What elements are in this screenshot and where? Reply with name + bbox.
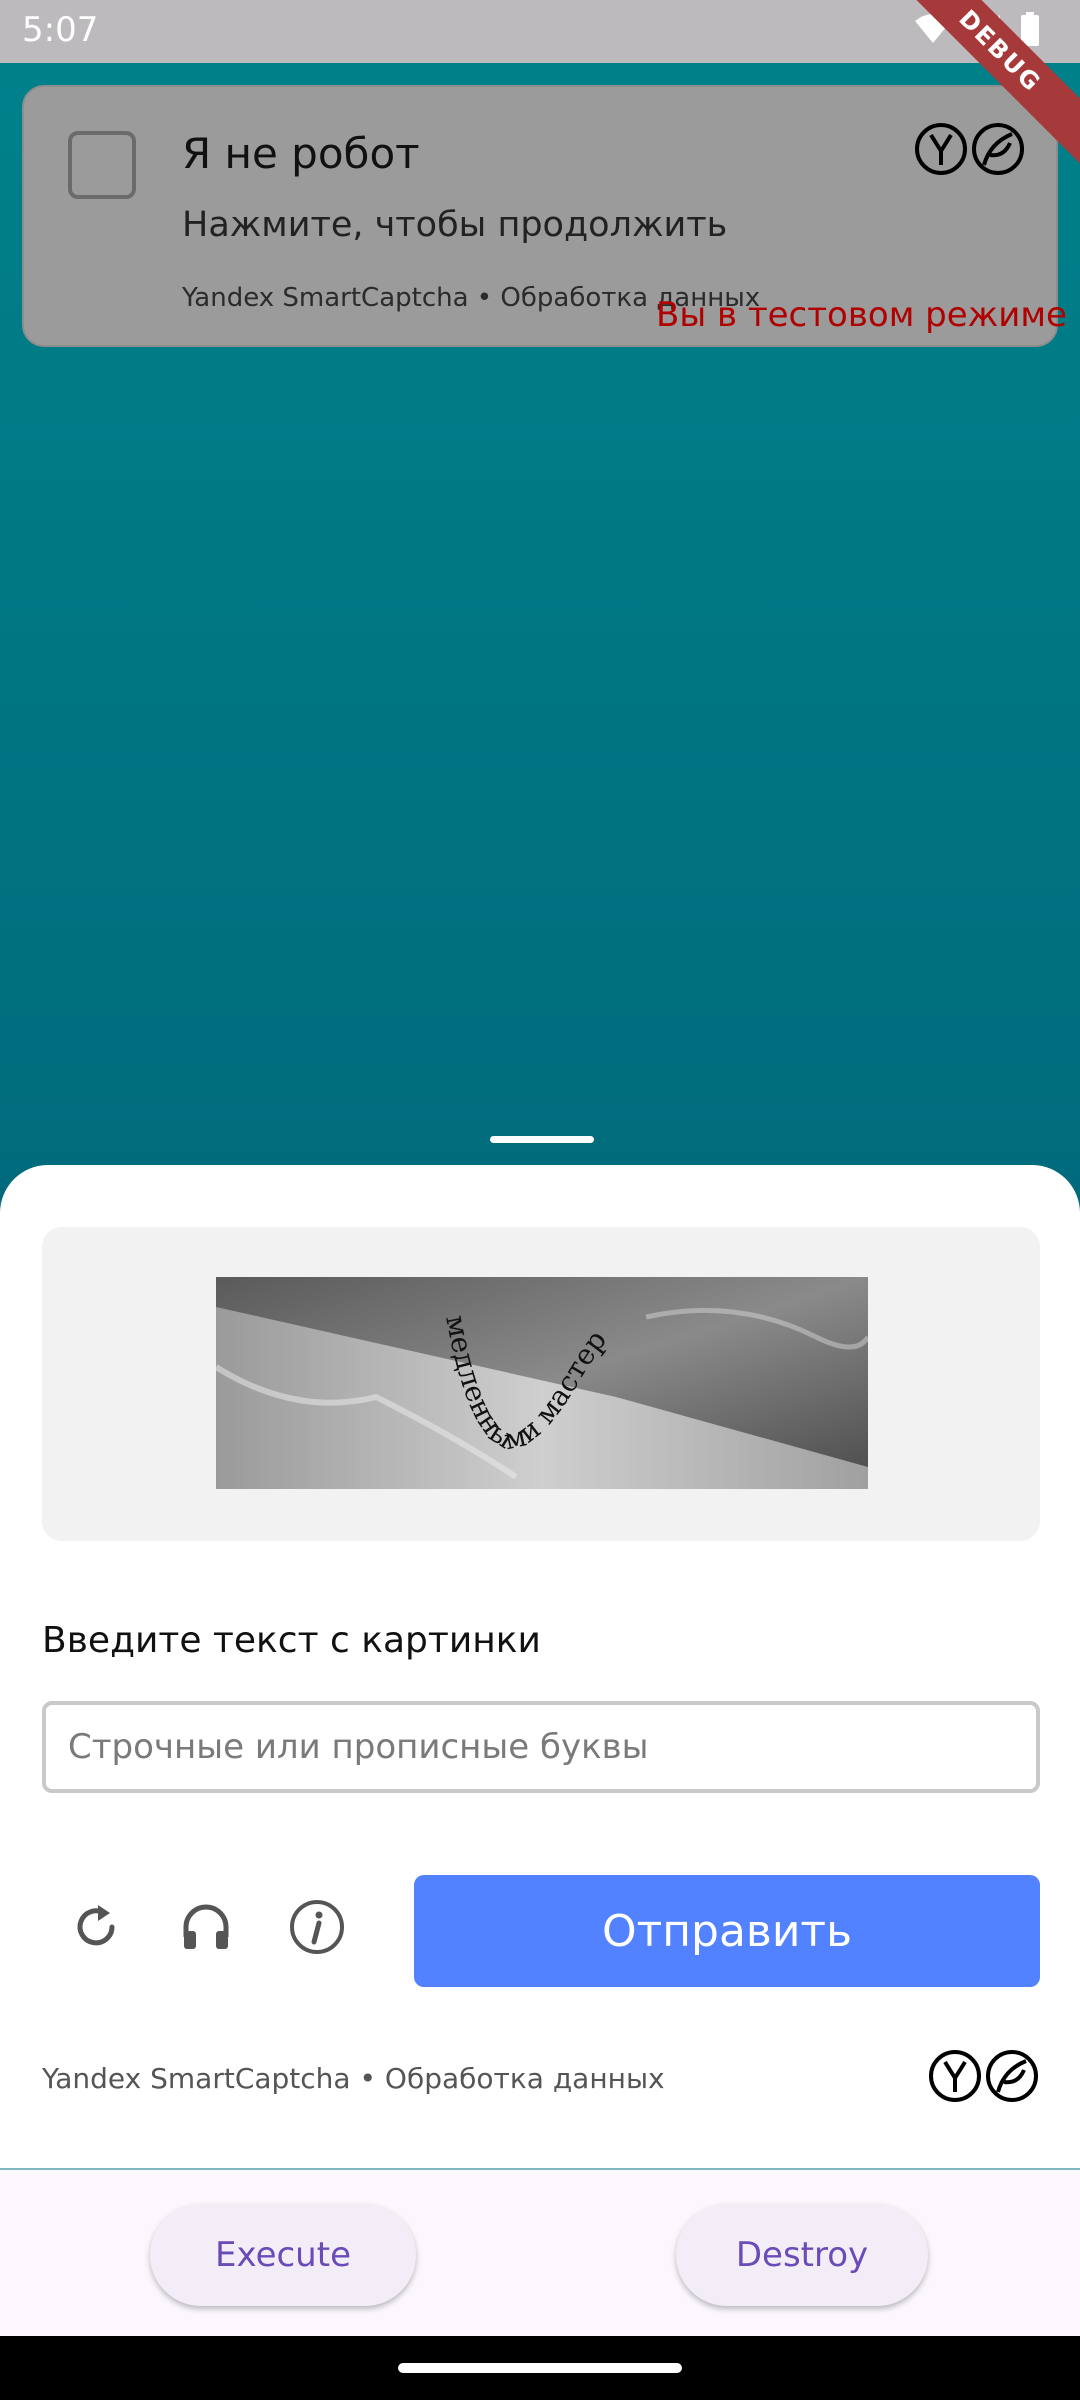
captcha-checkbox[interactable] bbox=[68, 131, 136, 199]
refresh-button[interactable] bbox=[60, 1891, 132, 1963]
captcha-challenge-sheet: медленными мастер Введите текст с картин… bbox=[0, 1165, 1080, 2168]
captcha-answer-input[interactable] bbox=[42, 1701, 1040, 1793]
yandex-logo-icon bbox=[929, 2050, 1038, 2102]
destroy-button[interactable]: Destroy bbox=[676, 2204, 928, 2306]
captcha-image: медленными мастер bbox=[216, 1277, 868, 1489]
captcha-subtitle: Нажмите, чтобы продолжить bbox=[182, 205, 728, 245]
home-indicator[interactable] bbox=[398, 2363, 682, 2373]
yandex-logo bbox=[914, 121, 1026, 177]
submit-button[interactable]: Отправить bbox=[414, 1875, 1040, 1987]
action-bar: Execute Destroy bbox=[0, 2168, 1080, 2338]
info-button[interactable] bbox=[281, 1891, 353, 1963]
execute-button[interactable]: Execute bbox=[150, 2204, 416, 2306]
audio-challenge-button[interactable] bbox=[170, 1891, 242, 1963]
challenge-footer-link[interactable]: Yandex SmartCaptcha • Обработка данных bbox=[42, 2062, 665, 2095]
captcha-image-panel: медленными мастер bbox=[42, 1227, 1040, 1541]
captcha-title: Я не робот bbox=[182, 129, 420, 178]
yandex-logo-icon bbox=[915, 123, 1024, 175]
sheet-drag-handle[interactable] bbox=[490, 1136, 594, 1143]
yandex-logo bbox=[928, 2048, 1040, 2104]
test-mode-notice: Вы в тестовом режиме bbox=[656, 295, 1067, 335]
system-navigation-bar bbox=[0, 2336, 1080, 2400]
status-bar: 5:07 bbox=[0, 0, 1080, 63]
captcha-prompt: Введите текст с картинки bbox=[42, 1620, 541, 1661]
status-time: 5:07 bbox=[22, 10, 99, 50]
headphones-icon bbox=[183, 1904, 229, 1949]
info-icon bbox=[290, 1900, 344, 1954]
refresh-icon bbox=[77, 1905, 115, 1946]
